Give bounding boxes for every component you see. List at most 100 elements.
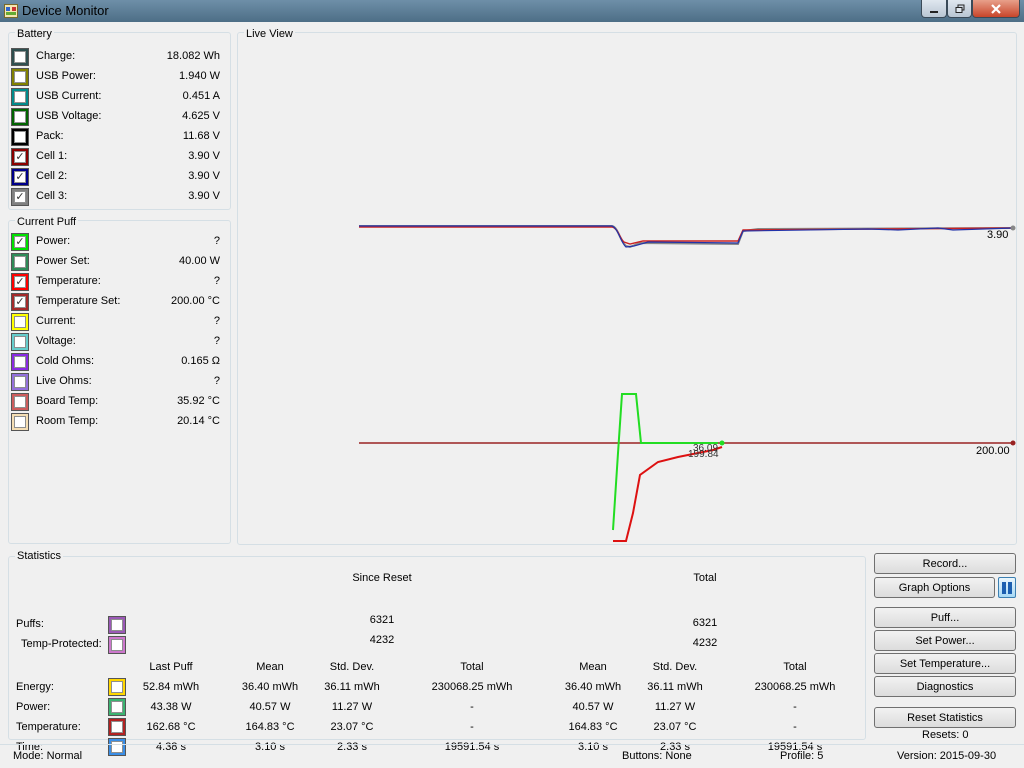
checkbox-board-temp[interactable] [14,396,26,408]
stat-cell: 23.07 °C [653,721,697,733]
stat-cell: - [793,701,797,713]
stat-cell: 43.38 W [150,701,192,713]
pause-icon-bar-right [1008,581,1012,594]
color-swatch [11,48,29,66]
diagnostics-button[interactable]: Diagnostics [874,676,1016,697]
status-mode: Mode: Normal [13,750,83,762]
minimize-button[interactable] [921,0,947,18]
color-swatch: ✓ [11,293,29,311]
row-label: Live Ohms: [36,375,92,387]
puff-button[interactable]: Puff... [874,607,1016,628]
app-icon [4,4,18,18]
checkbox-energy[interactable] [111,681,123,693]
checkbox-puffs[interactable] [111,619,123,631]
power-trace [612,393,718,531]
puff-row-temperature: ✓ Temperature:? [9,271,230,291]
stat-cell: 23.07 °C [330,721,374,733]
row-value: ? [213,375,220,387]
row-value: 1.940 W [179,70,220,82]
battery-row-charge: Charge: 18.082 Wh [9,46,230,66]
color-swatch [108,636,126,654]
total-count: 6321 [692,617,718,629]
live-view-graph[interactable] [238,33,1016,544]
row-value: 35.92 °C [177,395,220,407]
row-label: Cold Ohms: [36,355,95,367]
resets-count: Resets: 0 [922,729,969,741]
checkbox-power-set[interactable] [14,256,26,268]
stat-cell: 36.40 mWh [564,681,622,693]
count-label: Temp-Protected: [21,638,102,650]
checkbox-voltage[interactable] [14,336,26,348]
row-value: ? [213,335,220,347]
column-header: Mean [256,661,284,673]
checkbox-cold-ohms[interactable] [14,356,26,368]
checkbox-power[interactable]: ✓ [14,236,26,248]
battery-group-title: Battery [15,28,54,40]
checkbox-pack[interactable] [14,131,26,143]
since-reset-count: 4232 [369,634,395,646]
stat-cell: 36.40 mWh [241,681,299,693]
color-swatch [11,88,29,106]
color-swatch [108,718,126,736]
checkbox-cell-3[interactable]: ✓ [14,191,26,203]
pause-button[interactable] [998,577,1016,598]
live-view-panel: Live View 3.90 200.00 36.09 199.84 [237,28,1017,545]
stat-cell: 230068.25 mWh [754,681,836,693]
color-swatch: ✓ [11,273,29,291]
graph-options-button[interactable]: Graph Options [874,577,995,598]
checkbox-charge[interactable] [14,51,26,63]
checkbox-usb-current[interactable] [14,91,26,103]
close-button[interactable] [972,0,1020,18]
stat-row-label: Power: [16,701,51,713]
checkbox-cell-1[interactable]: ✓ [14,151,26,163]
puff-row-live-ohms: Live Ohms:? [9,371,230,391]
trace-end-marker [1010,440,1016,446]
reset-statistics-button[interactable]: Reset Statistics [874,707,1016,728]
checkbox-usb-voltage[interactable] [14,111,26,123]
stat-cell: - [470,701,474,713]
color-swatch: ✓ [11,233,29,251]
maximize-button[interactable] [947,0,972,18]
client-area: Battery Charge: 18.082 Wh USB Power: 1.940 … [0,22,1024,768]
checkbox-temperature[interactable]: ✓ [14,276,26,288]
stat-cell: 11.27 W [331,701,373,713]
checkbox-room-temp[interactable] [14,416,26,428]
color-swatch: ✓ [11,148,29,166]
trace-end-marker [719,440,725,446]
trace-end-marker [1010,225,1016,231]
row-label: Power Set: [36,255,90,267]
puff-row-voltage: Voltage:? [9,331,230,351]
stat-row-label: Energy: [16,681,54,693]
stat-cell: 162.68 °C [146,721,196,733]
title-bar: Device Monitor [0,0,1024,22]
row-value: 3.90 V [188,150,220,162]
since-reset-header: Since Reset [352,572,412,584]
status-bar: Mode: Normal Buttons: None Profile: 5 Ve… [0,744,1024,768]
checkbox-live-ohms[interactable] [14,376,26,388]
status-version: Version: 2015-09-30 [897,750,997,762]
restore-icon [955,4,964,13]
puff-row-board-temp: Board Temp: 35.92 °C [9,391,230,411]
checkbox-temp-protected[interactable] [111,639,123,651]
checkbox-temperature[interactable] [111,721,123,733]
row-label: Voltage: [36,335,76,347]
checkbox-power[interactable] [111,701,123,713]
color-swatch [108,678,126,696]
checkbox-cell-2[interactable]: ✓ [14,171,26,183]
total-count: 4232 [692,637,718,649]
set-temperature-button[interactable]: Set Temperature... [874,653,1016,674]
color-swatch [11,313,29,331]
checkbox-current[interactable] [14,316,26,328]
stat-cell: 164.83 °C [245,721,295,733]
current-puff-group: Current Puff ✓ Power:? Power Set: 40.00 W ✓ T… [8,216,231,544]
record-button[interactable]: Record... [874,553,1016,574]
row-value: 0.451 A [182,90,220,102]
row-label: USB Voltage: [36,110,102,122]
set-power-button[interactable]: Set Power... [874,630,1016,651]
battery-group: Battery Charge: 18.082 Wh USB Power: 1.940 … [8,28,231,210]
checkbox-temperature-set[interactable]: ✓ [14,296,26,308]
stat-cell: 36.11 mWh [647,681,703,693]
checkbox-usb-power[interactable] [14,71,26,83]
stat-cell: - [470,721,474,733]
color-swatch [11,393,29,411]
